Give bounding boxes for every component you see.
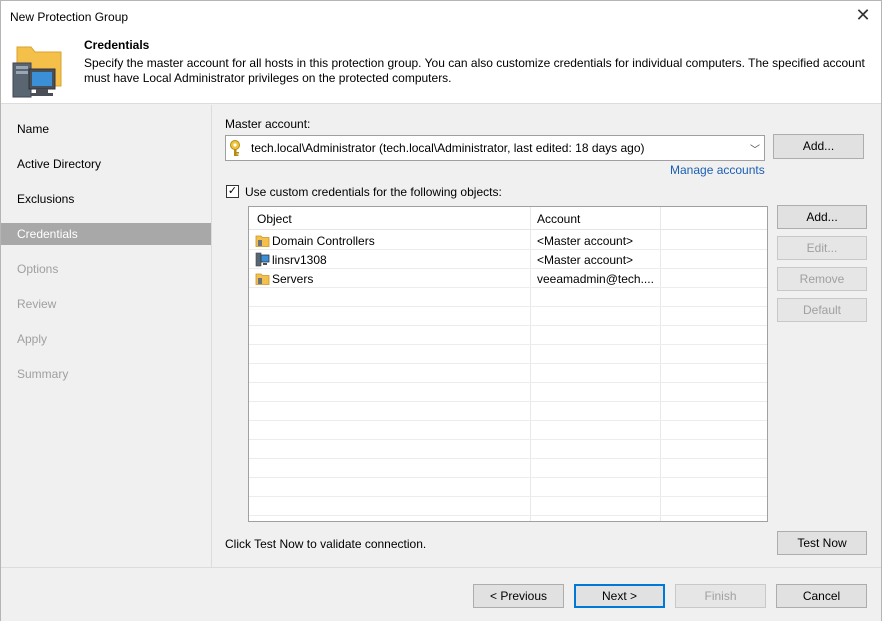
header-description: Specify the master account for all hosts… <box>84 56 865 85</box>
step-review: Review <box>17 297 57 311</box>
empty-row <box>249 478 767 497</box>
credentials-panel: Master account: tech.local\Administrator… <box>213 105 881 567</box>
window-title: New Protection Group <box>10 10 129 24</box>
empty-row <box>249 459 767 478</box>
default-object-button: Default <box>777 298 867 322</box>
step-exclusions[interactable]: Exclusions <box>1 188 211 210</box>
account-name: <Master account> <box>537 253 634 267</box>
master-account-value: tech.local\Administrator (tech.local\Adm… <box>251 141 645 155</box>
table-row[interactable]: Servers veeamadmin@tech.... <box>249 269 767 288</box>
folder-icon <box>255 273 270 285</box>
table-row[interactable]: linsrv1308 <Master account> <box>249 250 767 269</box>
table-row[interactable]: Domain Controllers <Master account> <box>249 231 767 250</box>
previous-button[interactable]: < Previous <box>473 584 564 608</box>
folder-icon <box>255 235 270 247</box>
empty-row <box>249 402 767 421</box>
step-apply: Apply <box>17 332 48 346</box>
step-options: Options <box>17 262 59 276</box>
chevron-down-icon[interactable]: ﹀ <box>750 141 760 156</box>
finish-button: Finish <box>675 584 766 608</box>
master-account-select[interactable]: tech.local\Administrator (tech.local\Adm… <box>225 135 765 161</box>
empty-row <box>249 421 767 440</box>
step-active-directory[interactable]: Active Directory <box>1 153 211 175</box>
object-name: Domain Controllers <box>272 234 375 248</box>
manage-accounts-link[interactable]: Manage accounts <box>670 163 765 177</box>
key-icon <box>230 140 240 156</box>
edit-object-button: Edit... <box>777 236 867 260</box>
empty-row <box>249 326 767 345</box>
master-add-button[interactable]: Add... <box>773 134 864 159</box>
column-account[interactable]: Account <box>537 212 580 226</box>
wizard-footer: < Previous Next > Finish Cancel <box>1 567 881 621</box>
empty-row <box>249 497 767 516</box>
test-hint: Click Test Now to validate connection. <box>225 537 427 551</box>
master-account-label: Master account: <box>225 117 311 131</box>
test-now-button[interactable]: Test Now <box>777 531 867 555</box>
empty-row <box>249 440 767 459</box>
objects-table: Object Account Domain Controllers <Maste… <box>248 206 768 522</box>
next-button[interactable]: Next > <box>574 584 665 608</box>
object-name: linsrv1308 <box>272 253 327 267</box>
wizard-header: Credentials Specify the master account f… <box>1 31 881 104</box>
title-bar: New Protection Group ✕ <box>1 1 881 31</box>
step-credentials[interactable]: Credentials <box>1 223 211 245</box>
add-object-button[interactable]: Add... <box>777 205 867 229</box>
step-summary: Summary <box>17 367 69 381</box>
wizard-steps: Name Active Directory Exclusions Credent… <box>1 105 212 567</box>
header-title: Credentials <box>84 38 150 52</box>
custom-credentials-checkbox[interactable]: ✓ <box>226 185 239 198</box>
step-name[interactable]: Name <box>1 118 211 140</box>
empty-row <box>249 345 767 364</box>
new-protection-group-dialog: New Protection Group ✕ Credentials Speci… <box>0 0 882 621</box>
empty-row <box>249 383 767 402</box>
protection-group-icon <box>12 46 62 98</box>
account-name: veeamadmin@tech.... <box>537 272 654 286</box>
empty-row <box>249 364 767 383</box>
account-name: <Master account> <box>537 234 634 248</box>
object-name: Servers <box>272 272 314 286</box>
empty-row <box>249 307 767 326</box>
table-header: Object Account <box>249 207 767 230</box>
custom-credentials-label: Use custom credentials for the following… <box>245 185 502 199</box>
remove-object-button: Remove <box>777 267 867 291</box>
server-icon <box>255 252 270 267</box>
column-object[interactable]: Object <box>257 212 292 226</box>
empty-row <box>249 288 767 307</box>
close-icon[interactable]: ✕ <box>853 5 873 25</box>
cancel-button[interactable]: Cancel <box>776 584 867 608</box>
